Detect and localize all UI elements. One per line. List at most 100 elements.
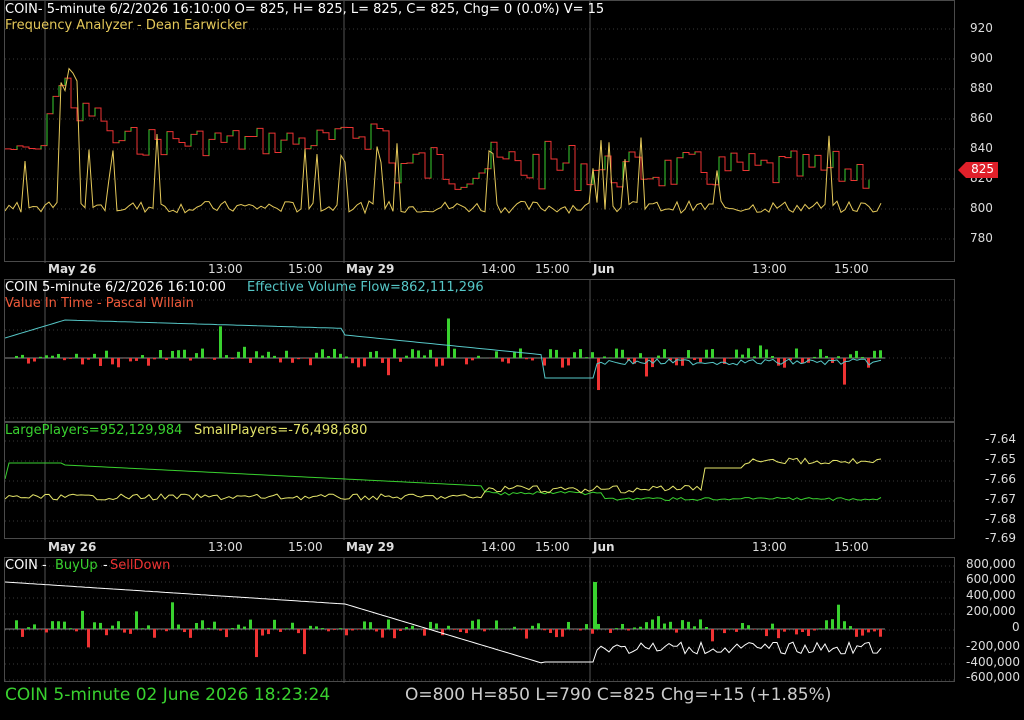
selldown-bar: [297, 629, 300, 634]
value-bar: [201, 348, 204, 358]
selldown-bar: [855, 629, 858, 637]
value-bar: [375, 351, 378, 358]
value-bar: [549, 349, 552, 358]
selldown-bar: [861, 629, 864, 636]
selldown-bar: [807, 629, 810, 636]
value-bar: [99, 358, 102, 366]
buyup-bar: [447, 625, 450, 629]
buyup-bar: [699, 619, 702, 629]
value-bar: [45, 355, 48, 358]
value-bar: [39, 356, 42, 358]
selldown-bar: [795, 629, 798, 635]
value-bar: [741, 354, 744, 358]
x-label-1500: 15:00: [288, 262, 323, 276]
price-header: COIN- 5-minute 6/2/2026 16:10:00 O= 825,…: [5, 2, 605, 17]
buyup-bar: [489, 628, 492, 629]
value-bar: [567, 358, 570, 366]
buyup-plot-area[interactable]: [4, 557, 956, 683]
volume-flow-panel: COIN 5-minute 6/2/2026 16:10:00 Effectiv…: [0, 279, 1024, 423]
value-bar: [297, 358, 300, 360]
value-bar: [255, 351, 258, 358]
selldown-bar: [105, 629, 108, 636]
buyup-bar: [411, 625, 414, 629]
buyup-bar: [597, 623, 600, 629]
players-chart: [5, 423, 956, 540]
value-bar: [873, 350, 876, 358]
selldown-bar: [261, 629, 264, 636]
selldown-bar: [525, 629, 528, 639]
price-y-tick: 840: [970, 141, 993, 155]
buy-y-tick: 800,000: [966, 557, 1016, 571]
value-bar: [591, 352, 594, 358]
selldown-bar: [423, 629, 426, 636]
buyup-bar: [513, 626, 516, 629]
value-bar: [735, 349, 738, 358]
x-label-may26: May 26: [48, 262, 97, 276]
buyup-bar: [819, 628, 822, 629]
x-label-1500: 15:00: [535, 540, 570, 554]
selldown-bar: [327, 629, 330, 632]
buyup-bar: [27, 627, 30, 629]
value-bar: [333, 348, 336, 358]
selldown-bar: [333, 629, 336, 630]
selldown-bar: [441, 629, 444, 636]
value-bar: [477, 355, 480, 358]
price-y-tick: 780: [970, 231, 993, 245]
buyup-bar: [405, 627, 408, 629]
value-bar: [351, 358, 354, 364]
x-label-1300: 13:00: [208, 262, 243, 276]
value-bar: [555, 349, 558, 358]
value-bar: [453, 348, 456, 358]
buyup-bar: [429, 621, 432, 629]
value-bar: [129, 358, 132, 362]
value-bar: [507, 358, 510, 364]
price-line: [5, 77, 870, 192]
value-bar: [141, 355, 144, 358]
value-bar: [747, 348, 750, 358]
value-bar: [237, 351, 240, 358]
value-bar: [159, 350, 162, 358]
selldown-bar: [267, 629, 270, 635]
buy-y-tick: 600,000: [966, 572, 1016, 586]
players-plot-area[interactable]: [4, 422, 956, 540]
buyup-bar: [747, 625, 750, 629]
selldown-bar: [183, 629, 186, 633]
buyup-bar: [567, 621, 570, 629]
value-bar: [777, 358, 780, 366]
value-bar: [603, 356, 606, 358]
selldown-bar: [255, 629, 258, 658]
selldown-bar: [813, 629, 816, 631]
value-bar: [663, 349, 666, 358]
indicator-title-frequency-analyzer: Frequency Analyzer - Dean Earwicker: [5, 18, 248, 33]
buyup-bar: [825, 620, 828, 629]
value-bar: [15, 355, 18, 358]
buyup-bar: [615, 628, 618, 629]
value-bar: [165, 358, 168, 360]
selldown-bar: [675, 629, 678, 633]
value-bar: [855, 350, 858, 358]
selldown-bar: [543, 629, 546, 631]
value-bar: [369, 351, 372, 358]
selldown-bar: [393, 629, 396, 639]
x-label-1400: 14:00: [481, 540, 516, 554]
buy-y-tick: 400,000: [966, 588, 1016, 602]
buyup-bar: [237, 624, 240, 629]
buyup-bar: [585, 624, 588, 629]
buyup-bar: [843, 621, 846, 629]
buyup-bar: [651, 619, 654, 629]
price-plot-area[interactable]: [4, 0, 956, 263]
selldown-label: SellDown: [110, 558, 171, 573]
selldown-bar: [711, 629, 714, 642]
buyup-bar: [705, 626, 708, 629]
indicator-title-value-in-time: Value In Time - Pascal Willain: [5, 296, 194, 311]
status-bar: COIN 5-minute 02 June 2026 18:23:24 O=80…: [0, 682, 1024, 720]
value-bar: [363, 358, 366, 367]
buyup-selldown-panel: COIN - BuyUp - SellDown 800,000 600,000 …: [0, 557, 1024, 684]
buyup-bar: [291, 622, 294, 629]
value-bar: [381, 358, 384, 363]
value-bar: [501, 358, 504, 362]
buy-y-tick: -400,000: [966, 655, 1020, 669]
buyup-bar: [147, 625, 150, 629]
selldown-bar: [801, 629, 804, 633]
value-bar: [519, 348, 522, 358]
